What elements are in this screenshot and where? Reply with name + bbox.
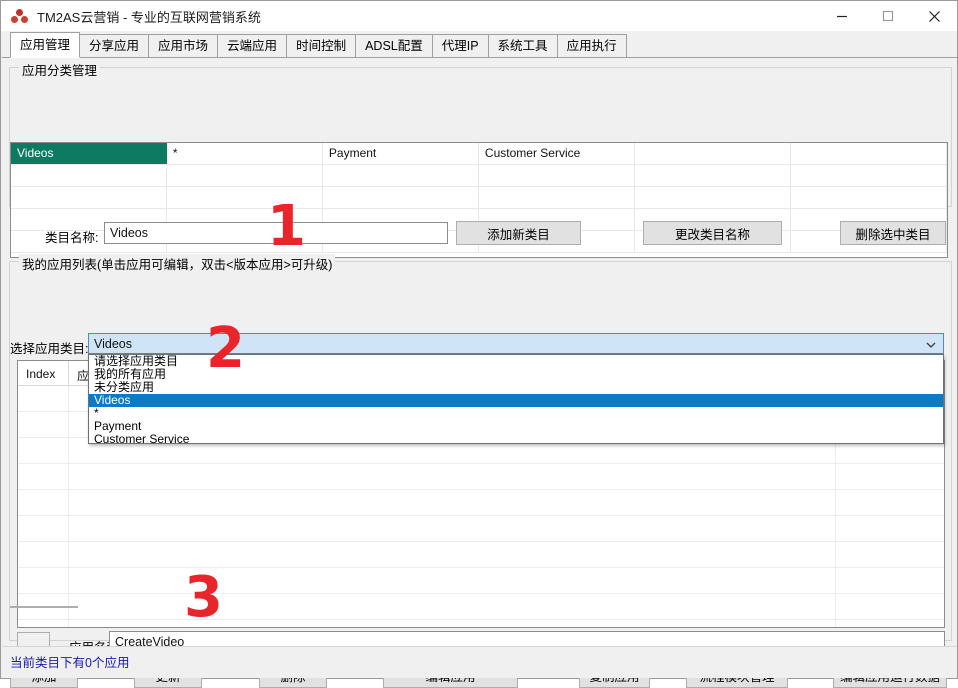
status-text: 当前类目下有0个应用 [10, 652, 129, 671]
category-cell-customer-service[interactable]: Customer Service [479, 143, 635, 164]
tab-proxy-ip[interactable]: 代理IP [432, 34, 489, 57]
category-name-label: 类目名称: [45, 227, 98, 246]
tab-app-management[interactable]: 应用管理 [10, 32, 80, 58]
category-group-title: 应用分类管理 [19, 60, 100, 79]
table-row[interactable] [11, 165, 947, 187]
category-cell[interactable] [635, 165, 791, 186]
category-select-value: Videos [94, 337, 132, 351]
tab-cloud-app[interactable]: 云端应用 [217, 34, 287, 57]
dropdown-item-please-select[interactable]: 请选择应用类目 [89, 355, 943, 368]
category-cell[interactable] [11, 165, 167, 186]
delete-category-button[interactable]: 删除选中类目 [840, 221, 946, 245]
category-cell[interactable] [791, 165, 947, 186]
cell-app-name[interactable] [69, 620, 836, 628]
cell-index[interactable] [18, 412, 69, 437]
category-cell-empty-1[interactable] [635, 143, 791, 164]
tab-time-control[interactable]: 时间控制 [286, 34, 356, 57]
dropdown-item-payment[interactable]: Payment [89, 420, 943, 433]
column-header-index[interactable]: Index [18, 361, 69, 385]
category-dropdown-list[interactable]: 请选择应用类目 我的所有应用 未分类应用 Videos * Payment Cu… [88, 354, 944, 444]
cell-app-name[interactable] [69, 594, 836, 619]
tab-system-tools[interactable]: 系统工具 [488, 34, 558, 57]
window-controls [819, 1, 957, 31]
cell-app-name[interactable] [69, 490, 836, 515]
cell-index[interactable] [18, 568, 69, 593]
dropdown-item-star[interactable]: * [89, 407, 943, 420]
cell-index[interactable] [18, 542, 69, 567]
cell-app-name[interactable] [69, 542, 836, 567]
category-cell[interactable] [479, 165, 635, 186]
close-icon[interactable] [911, 1, 957, 31]
rename-category-button[interactable]: 更改类目名称 [643, 221, 782, 245]
cell-extra[interactable] [836, 620, 944, 628]
cell-extra[interactable] [836, 490, 944, 515]
table-row[interactable] [18, 490, 944, 516]
category-cell[interactable] [479, 187, 635, 208]
maximize-icon[interactable] [865, 1, 911, 31]
tab-adsl-config[interactable]: ADSL配置 [355, 34, 433, 57]
table-row[interactable] [18, 516, 944, 542]
cell-extra[interactable] [836, 594, 944, 619]
category-cell[interactable] [11, 187, 167, 208]
category-cell[interactable] [323, 165, 479, 186]
cell-extra[interactable] [836, 516, 944, 541]
category-cell-empty-2[interactable] [791, 143, 947, 164]
cell-index[interactable] [18, 490, 69, 515]
category-cell[interactable] [167, 165, 323, 186]
category-cell-star[interactable]: * [167, 143, 323, 164]
table-row[interactable] [18, 620, 944, 628]
table-row[interactable] [18, 542, 944, 568]
table-row[interactable] [18, 594, 944, 620]
cell-index[interactable] [18, 386, 69, 411]
cell-extra[interactable] [836, 542, 944, 567]
category-cell-payment[interactable]: Payment [323, 143, 479, 164]
title-bar: TM2AS云营销 - 专业的互联网营销系统 [1, 1, 957, 31]
minimize-icon[interactable] [819, 1, 865, 31]
category-name-input[interactable]: Videos [104, 222, 448, 244]
table-row[interactable]: Videos * Payment Customer Service [11, 143, 947, 165]
cell-index[interactable] [18, 516, 69, 541]
category-cell-videos[interactable]: Videos [11, 143, 167, 164]
cell-index[interactable] [18, 464, 69, 489]
tab-page-app-management: 应用分类管理 Videos * Payment Customer Service [2, 58, 957, 678]
table-row[interactable] [18, 464, 944, 490]
cell-index[interactable] [18, 620, 69, 628]
select-category-label: 选择应用类目: [10, 338, 88, 357]
tab-app-execution[interactable]: 应用执行 [557, 34, 627, 57]
dropdown-item-customer-service[interactable]: Customer Service [89, 433, 943, 444]
application-window: TM2AS云营销 - 专业的互联网营销系统 应用管理 分享应用 应用市场 云端应… [0, 0, 958, 679]
chevron-down-icon[interactable] [925, 339, 937, 351]
table-row[interactable] [11, 187, 947, 209]
cell-extra[interactable] [836, 464, 944, 489]
window-title: TM2AS云营销 - 专业的互联网营销系统 [37, 7, 261, 26]
category-cell[interactable] [635, 187, 791, 208]
table-row[interactable] [18, 568, 944, 594]
dropdown-item-all-apps[interactable]: 我的所有应用 [89, 368, 943, 381]
cell-app-name[interactable] [69, 568, 836, 593]
app-list-group-title: 我的应用列表(单击应用可编辑，双击<版本应用>可升级) [19, 254, 335, 273]
cell-index[interactable] [18, 438, 69, 463]
category-cell[interactable] [323, 187, 479, 208]
dropdown-item-videos[interactable]: Videos [89, 394, 943, 407]
dropdown-item-uncategorized[interactable]: 未分类应用 [89, 381, 943, 394]
status-bar: 当前类目下有0个应用 [2, 646, 957, 678]
app-logo-icon [11, 8, 28, 25]
add-category-button[interactable]: 添加新类目 [456, 221, 581, 245]
category-select-combobox[interactable]: Videos [88, 333, 944, 354]
main-tab-bar: 应用管理 分享应用 应用市场 云端应用 时间控制 ADSL配置 代理IP 系统工… [2, 31, 957, 58]
cell-app-name[interactable] [69, 516, 836, 541]
category-cell[interactable] [791, 187, 947, 208]
tab-app-market[interactable]: 应用市场 [148, 34, 218, 57]
tab-share-app[interactable]: 分享应用 [79, 34, 149, 57]
cell-extra[interactable] [836, 568, 944, 593]
cell-app-name[interactable] [69, 464, 836, 489]
category-cell[interactable] [167, 187, 323, 208]
